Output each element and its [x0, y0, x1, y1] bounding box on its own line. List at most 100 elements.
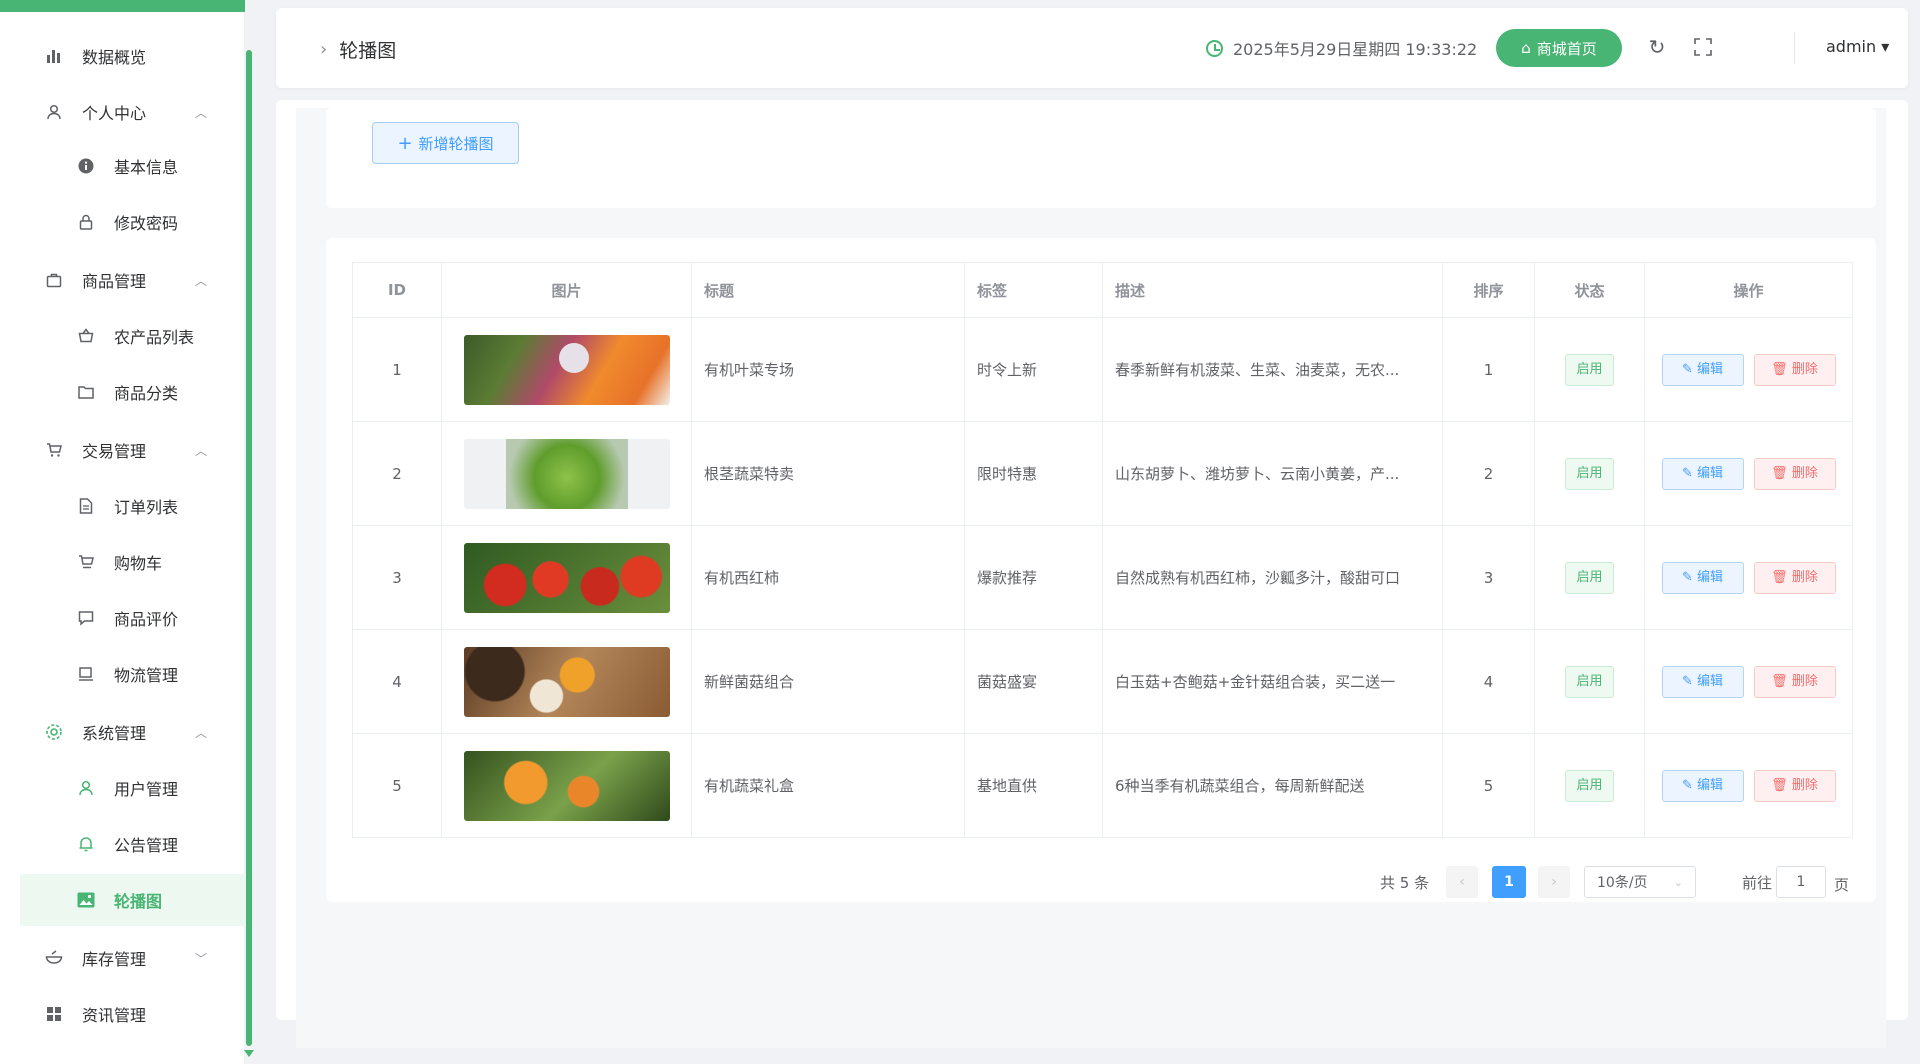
edit-icon: ✎: [1681, 777, 1697, 793]
sidebar-group-trade[interactable]: 交易管理 ︿: [0, 424, 245, 476]
cell-tag: 时令上新: [964, 317, 1103, 422]
header-divider: [1794, 32, 1795, 64]
status-badge: 启用: [1565, 457, 1614, 490]
sidebar-group-goods[interactable]: 商品管理 ︿: [0, 254, 245, 306]
edit-button[interactable]: ✎ 编辑: [1661, 353, 1744, 386]
sidebar-item-news[interactable]: 资讯管理: [0, 988, 245, 1040]
sidebar-item-product-list[interactable]: 农产品列表: [0, 310, 245, 362]
sidebar-item-label: 轮播图: [114, 892, 163, 911]
carousel-thumbnail[interactable]: [463, 438, 670, 509]
page-size-select[interactable]: 10条/页 ⌄: [1584, 866, 1696, 898]
fullscreen-icon[interactable]: [1690, 34, 1716, 60]
delete-button[interactable]: 🗑︎ 删除: [1753, 769, 1836, 802]
edit-button[interactable]: ✎ 编辑: [1661, 457, 1744, 490]
sidebar-item-label: 购物车: [114, 554, 163, 573]
sidebar-item-label: 交易管理: [82, 442, 147, 461]
cell-image: [441, 317, 692, 422]
sidebar-item-reviews[interactable]: 商品评价: [0, 592, 245, 644]
column-header-image[interactable]: 图片: [441, 262, 692, 318]
table-row: 2 根茎蔬菜特卖 限时特惠 山东胡萝卜、潍坊萝卜、云南小黄姜，产... 2 启用…: [352, 421, 1853, 526]
cell-title: 有机蔬菜礼盒: [691, 733, 965, 838]
pagination-goto-input[interactable]: 1: [1776, 866, 1826, 898]
delete-button[interactable]: 🗑︎ 删除: [1753, 353, 1836, 386]
cell-status: 启用: [1534, 525, 1645, 630]
add-carousel-label: 新增轮播图: [418, 134, 494, 153]
sidebar-scrollbar[interactable]: [246, 50, 252, 1046]
cell-description: 春季新鲜有机菠菜、生菜、油麦菜，无农...: [1102, 317, 1443, 422]
column-header-sort[interactable]: 排序: [1442, 262, 1535, 318]
table-row: 5 有机蔬菜礼盒 基地直供 6种当季有机蔬菜组合，每周新鲜配送 5 启用 ✎ 编…: [352, 733, 1853, 838]
add-carousel-button[interactable]: + 新增轮播图: [372, 122, 519, 164]
sidebar-item-label: 数据概览: [82, 48, 147, 67]
cell-status: 启用: [1534, 733, 1645, 838]
sidebar-group-personal[interactable]: 个人中心 ︿: [0, 86, 245, 138]
sidebar-item-logistics[interactable]: 物流管理: [0, 648, 245, 700]
delete-button[interactable]: 🗑︎ 删除: [1753, 665, 1836, 698]
cart-icon: [44, 440, 64, 460]
cell-status: 启用: [1534, 629, 1645, 734]
bar-chart-icon: [44, 46, 64, 66]
chevron-down-icon: ⌄: [1673, 875, 1683, 889]
edit-label: 编辑: [1697, 777, 1724, 793]
sidebar-item-label: 商品评价: [114, 610, 179, 629]
column-header-title[interactable]: 标题: [691, 262, 965, 318]
trash-icon: 🗑︎: [1771, 777, 1792, 793]
sidebar-group-inventory[interactable]: 库存管理 ﹀: [0, 932, 245, 984]
cell-tag: 爆款推荐: [964, 525, 1103, 630]
cell-id: 4: [352, 629, 442, 734]
cell-description: 山东胡萝卜、潍坊萝卜、云南小黄姜，产...: [1102, 421, 1443, 526]
column-header-description[interactable]: 描述: [1102, 262, 1443, 318]
sidebar-item-label: 订单列表: [114, 498, 179, 517]
pagination-prev-button[interactable]: ‹: [1446, 866, 1478, 898]
delete-button[interactable]: 🗑︎ 删除: [1753, 561, 1836, 594]
cell-description: 白玉菇+杏鲍菇+金针菇组合装，买二送一: [1102, 629, 1443, 734]
column-header-status[interactable]: 状态: [1534, 262, 1645, 318]
cell-id: 5: [352, 733, 442, 838]
column-header-id[interactable]: ID: [352, 262, 442, 318]
cell-title: 新鲜菌菇组合: [691, 629, 965, 734]
toolbar-card: [326, 108, 1876, 208]
edit-button[interactable]: ✎ 编辑: [1661, 665, 1744, 698]
sidebar-item-dashboard[interactable]: 数据概览: [0, 30, 245, 82]
pagination-next-button[interactable]: ›: [1538, 866, 1570, 898]
sidebar-item-orders[interactable]: 订单列表: [0, 480, 245, 532]
sidebar-item-basic-info[interactable]: 基本信息: [0, 140, 245, 192]
edit-button[interactable]: ✎ 编辑: [1661, 561, 1744, 594]
cell-actions: ✎ 编辑 🗑︎ 删除: [1644, 317, 1853, 422]
cell-tag: 基地直供: [964, 733, 1103, 838]
cell-actions: ✎ 编辑 🗑︎ 删除: [1644, 421, 1853, 526]
sidebar-item-category[interactable]: 商品分类: [0, 366, 245, 418]
edit-button[interactable]: ✎ 编辑: [1661, 769, 1744, 802]
cell-description: 自然成熟有机西红柿，沙瓤多汁，酸甜可口: [1102, 525, 1443, 630]
delete-button[interactable]: 🗑︎ 删除: [1753, 457, 1836, 490]
bell-icon: [76, 834, 96, 854]
cell-actions: ✎ 编辑 🗑︎ 删除: [1644, 629, 1853, 734]
mall-home-button[interactable]: ⌂ 商城首页: [1496, 29, 1622, 67]
chevron-right-icon: ›: [320, 39, 328, 60]
column-header-tag[interactable]: 标签: [964, 262, 1103, 318]
sidebar-item-label: 农产品列表: [114, 328, 195, 347]
sidebar-item-notices[interactable]: 公告管理: [0, 818, 245, 870]
pagination-page-current[interactable]: 1: [1492, 866, 1526, 898]
sidebar-accent-bar: [0, 0, 245, 12]
sidebar-item-label: 商品管理: [82, 272, 147, 291]
carousel-thumbnail[interactable]: [463, 646, 670, 717]
delete-label: 删除: [1791, 673, 1818, 689]
scroll-down-icon[interactable]: [244, 1050, 254, 1057]
sidebar-item-users[interactable]: 用户管理: [0, 762, 245, 814]
refresh-icon[interactable]: ↻: [1644, 34, 1670, 60]
carousel-thumbnail[interactable]: [463, 334, 670, 405]
sidebar-item-shopping-cart[interactable]: 购物车: [0, 536, 245, 588]
carousel-thumbnail[interactable]: [463, 542, 670, 613]
delete-label: 删除: [1791, 465, 1818, 481]
user-menu[interactable]: admin ▾: [1826, 37, 1889, 56]
sidebar-item-carousel[interactable]: 轮播图: [20, 874, 245, 926]
sidebar-group-system[interactable]: 系统管理 ︿: [0, 706, 245, 758]
trash-icon: 🗑︎: [1771, 465, 1792, 481]
table-header-row: ID 图片 标题 标签 描述 排序 状态 操作: [352, 262, 1853, 318]
cell-actions: ✎ 编辑 🗑︎ 删除: [1644, 733, 1853, 838]
cell-sort: 1: [1442, 317, 1535, 422]
carousel-thumbnail[interactable]: [463, 750, 670, 821]
cell-title: 有机西红柿: [691, 525, 965, 630]
sidebar-item-change-password[interactable]: 修改密码: [0, 196, 245, 248]
